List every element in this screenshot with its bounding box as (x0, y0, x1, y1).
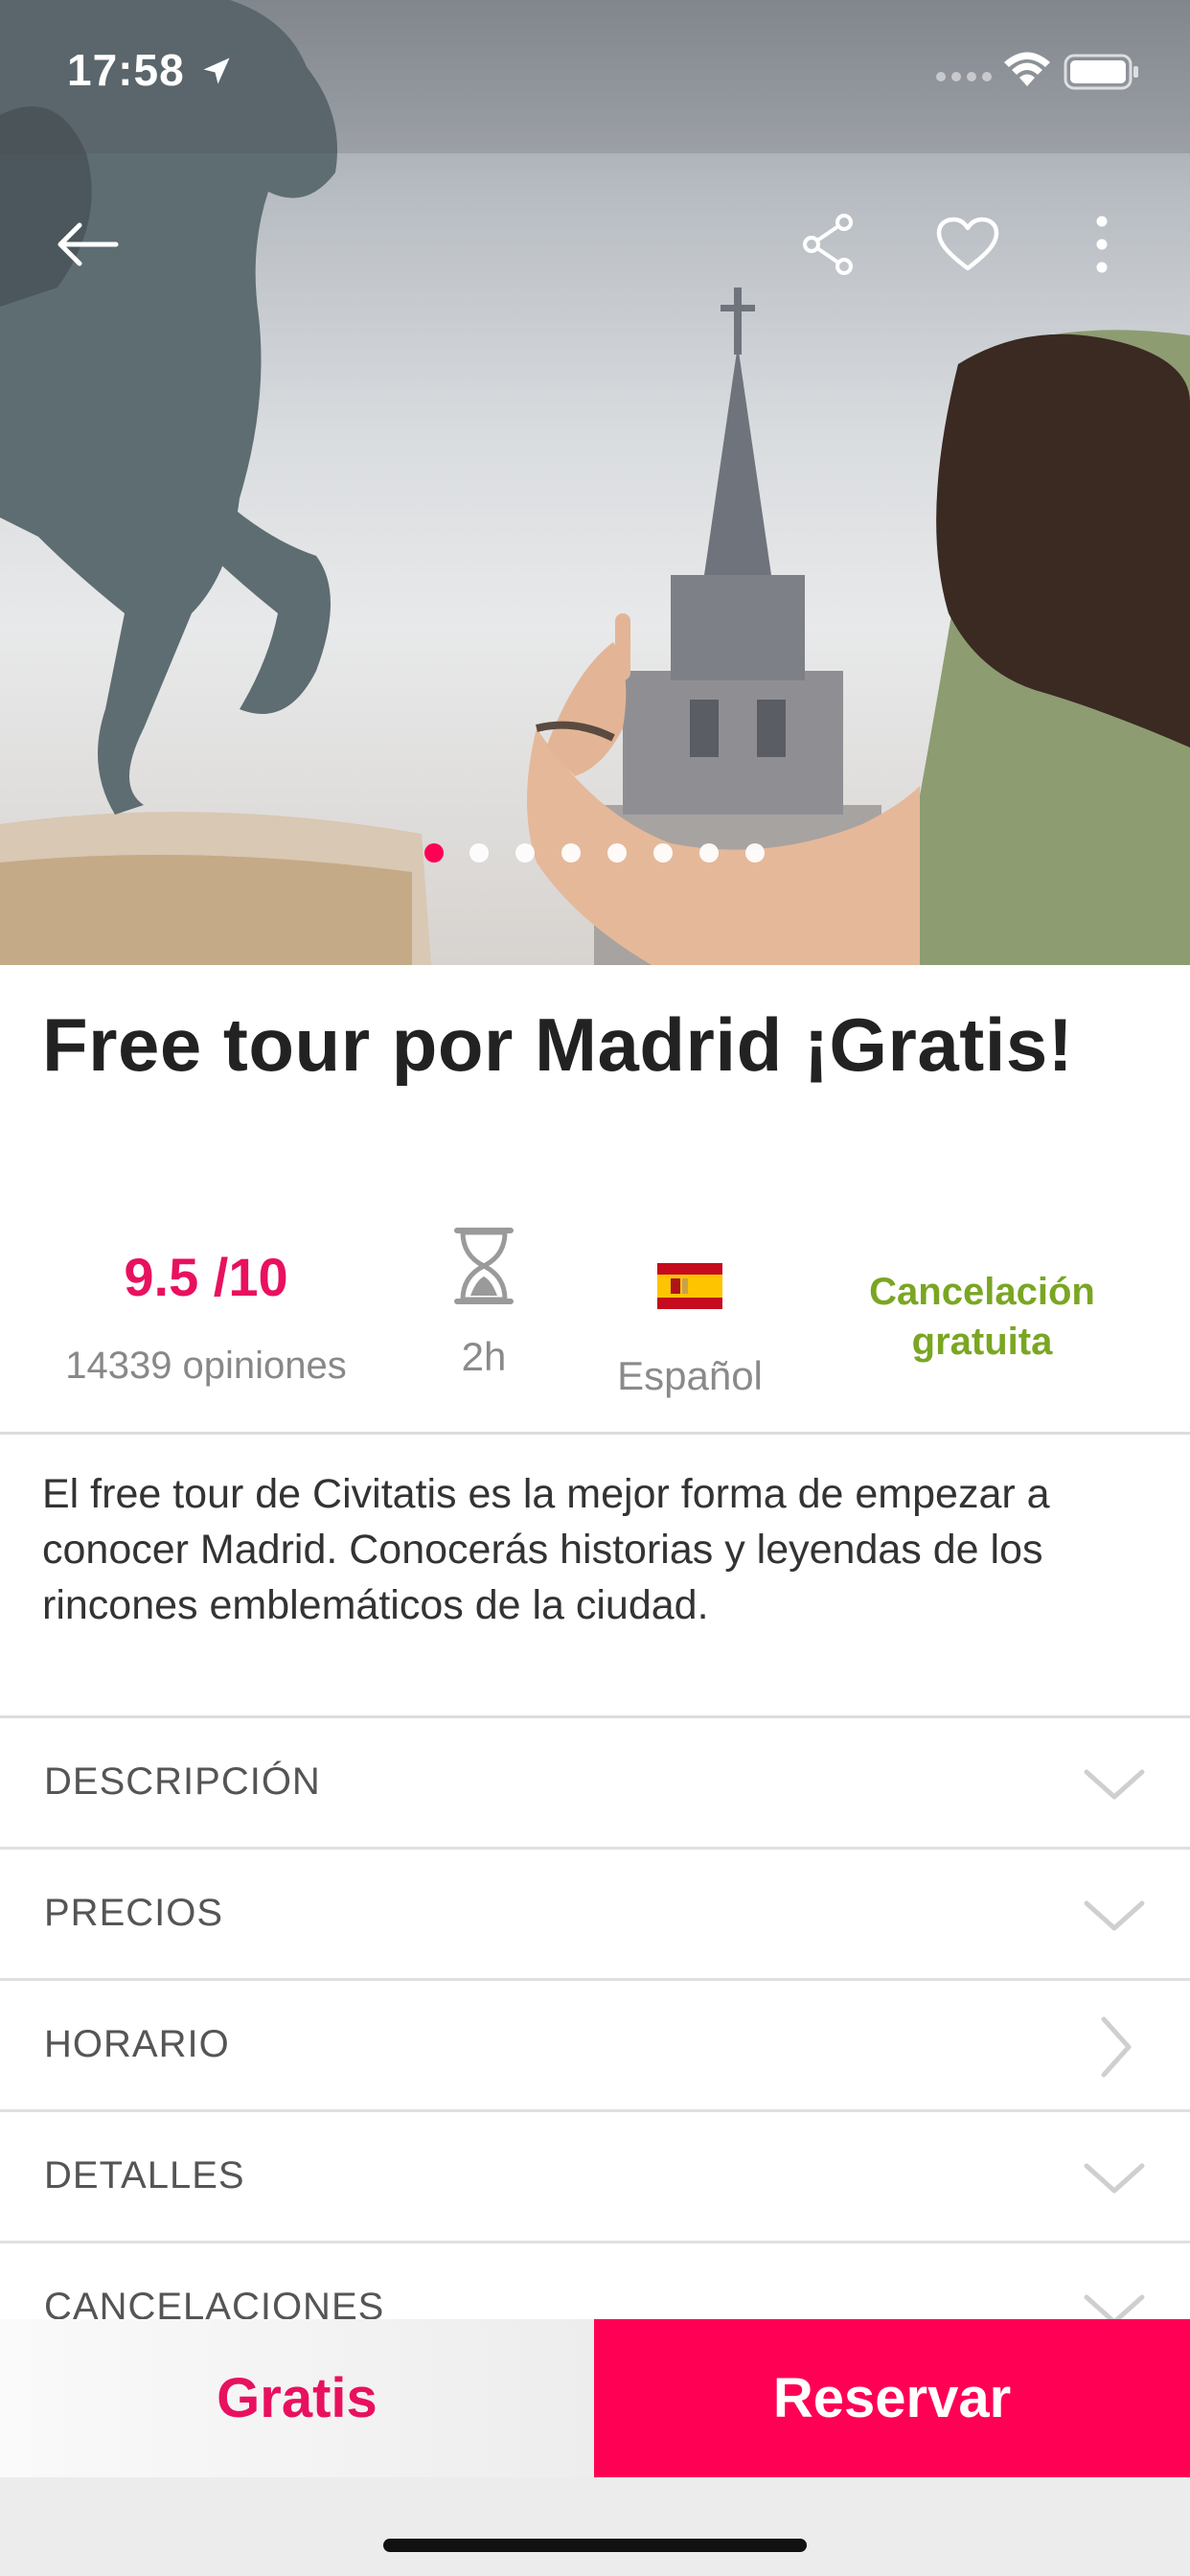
rating-stat[interactable]: 9.5 /10 14339 opiniones (29, 1244, 383, 1390)
divider (0, 1432, 1190, 1435)
more-options-button[interactable] (1073, 192, 1131, 297)
carousel-dot[interactable] (424, 843, 444, 862)
location-arrow-icon (203, 58, 230, 84)
arrow-left-icon (57, 222, 119, 266)
carousel-dot[interactable] (745, 843, 765, 862)
carousel-dot[interactable] (561, 843, 581, 862)
free-cancellation-badge: Cancelación gratuita (869, 1271, 1095, 1363)
hero-photo (0, 0, 1190, 965)
more-vertical-icon (1096, 216, 1108, 273)
status-bar: 17:58 (0, 0, 1190, 134)
chevron-right-icon (1101, 2016, 1132, 2078)
section-schedule[interactable]: HORARIO (0, 1981, 1190, 2112)
carousel-dot[interactable] (699, 843, 719, 862)
section-prices[interactable]: PRECIOS (0, 1850, 1190, 1981)
info-sections: DESCRIPCIÓN PRECIOS HORARIO DETALLES CAN… (0, 1718, 1190, 2375)
activity-summary: El free tour de Civitatis es la mejor fo… (42, 1471, 1050, 1628)
home-indicator[interactable] (383, 2539, 807, 2552)
status-time: 17:58 (67, 45, 185, 95)
back-button[interactable] (38, 192, 134, 297)
hero-image[interactable]: 17:58 (0, 0, 1190, 965)
duration-stat: 2h (412, 1227, 556, 1381)
share-button[interactable] (786, 192, 872, 297)
language-value: Español (617, 1353, 763, 1398)
activity-stats: 9.5 /10 14339 opiniones 2h Español Cance… (0, 1217, 1190, 1433)
favorite-button[interactable] (920, 192, 1016, 297)
price-label: Gratis (0, 2319, 594, 2477)
carousel-dot[interactable] (515, 843, 535, 862)
section-label: DETALLES (44, 2154, 245, 2196)
hourglass-icon (454, 1228, 514, 1304)
activity-detail-screen: 17:58 Free tour por Madrid ¡Gratis! 9.5 … (0, 0, 1190, 2576)
home-indicator-area (0, 2477, 1190, 2576)
battery-icon (1064, 54, 1138, 90)
booking-bar: Gratis Reservar (0, 2319, 1190, 2477)
activity-title: Free tour por Madrid ¡Gratis! (42, 1002, 1074, 1087)
chevron-down-icon (1084, 1900, 1145, 1931)
share-icon (803, 214, 853, 275)
carousel-dots[interactable] (0, 843, 1190, 872)
section-description[interactable]: DESCRIPCIÓN (0, 1718, 1190, 1850)
review-count: 14339 opiniones (65, 1345, 347, 1387)
carousel-dot[interactable] (653, 843, 673, 862)
duration-value: 2h (461, 1334, 507, 1379)
section-label: PRECIOS (44, 1892, 224, 1934)
book-button[interactable]: Reservar (594, 2319, 1190, 2477)
section-label: DESCRIPCIÓN (44, 1760, 321, 1803)
cellular-signal-icon (936, 72, 992, 81)
section-details[interactable]: DETALLES (0, 2112, 1190, 2243)
wifi-icon (1004, 52, 1050, 86)
spain-flag-icon (657, 1263, 722, 1309)
rating-value: 9.5 /10 (124, 1247, 288, 1307)
chevron-down-icon (1084, 2163, 1145, 2194)
carousel-dot[interactable] (469, 843, 489, 862)
language-stat: Español (584, 1263, 795, 1400)
heart-outline-icon (936, 217, 999, 271)
chevron-down-icon (1084, 1769, 1145, 1800)
section-label: HORARIO (44, 2023, 230, 2065)
statue-pedestal (0, 812, 431, 965)
carousel-dot[interactable] (607, 843, 627, 862)
